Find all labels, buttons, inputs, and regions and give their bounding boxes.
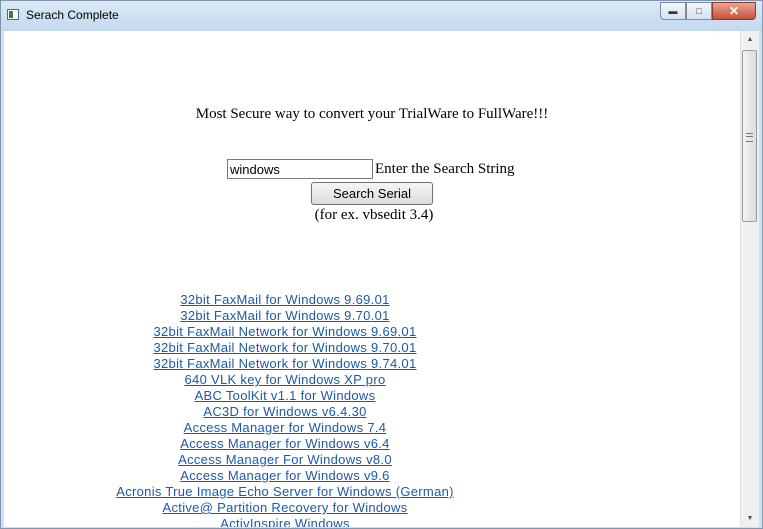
search-label: Enter the Search String	[375, 160, 515, 177]
scroll-up-arrow-icon[interactable]: ▲	[741, 31, 759, 48]
minimize-icon: ▬	[668, 6, 678, 16]
close-button[interactable]: ✕	[712, 2, 756, 20]
search-input[interactable]	[227, 159, 373, 179]
search-example-hint: (for ex. vbsedit 3.4)	[314, 207, 434, 223]
result-link[interactable]: 640 VLK key for Windows XP pro	[4, 372, 566, 388]
maximize-button[interactable]: □	[686, 2, 712, 20]
app-icon	[7, 9, 19, 20]
result-link[interactable]: 32bit FaxMail Network for Windows 9.70.0…	[4, 340, 566, 356]
result-link[interactable]: Access Manager for Windows v6.4	[4, 436, 566, 452]
maximize-icon: □	[696, 6, 702, 16]
scroll-down-arrow-icon[interactable]: ▼	[741, 510, 759, 527]
grip-icon	[746, 133, 753, 142]
browser-window: Serach Complete ▬ □ ✕ Most Secure way to…	[0, 0, 763, 529]
result-link[interactable]: Access Manager for Windows v9.6	[4, 468, 566, 484]
result-link[interactable]: Acronis True Image Echo Server for Windo…	[4, 484, 566, 500]
result-link[interactable]: AC3D for Windows v6.4.30	[4, 404, 566, 420]
page-content: Most Secure way to convert your TrialWar…	[4, 31, 740, 527]
result-link[interactable]: Active@ Partition Recovery for Windows	[4, 500, 566, 516]
results-list: 32bit FaxMail for Windows 9.69.01 32bit …	[4, 292, 566, 527]
search-serial-button[interactable]: Search Serial	[311, 182, 433, 205]
vertical-scrollbar[interactable]: ▲ ▼	[740, 31, 759, 527]
close-icon: ✕	[728, 4, 740, 18]
caption-buttons: ▬ □ ✕	[660, 2, 756, 20]
result-link[interactable]: 32bit FaxMail Network for Windows 9.74.0…	[4, 356, 566, 372]
search-row: Enter the Search String	[227, 159, 515, 179]
result-link[interactable]: ABC ToolKit v1.1 for Windows	[4, 388, 566, 404]
result-link[interactable]: 32bit FaxMail for Windows 9.69.01	[4, 292, 566, 308]
scrollbar-thumb[interactable]	[742, 50, 757, 222]
result-link[interactable]: Access Manager for Windows 7.4	[4, 420, 566, 436]
window-title: Serach Complete	[26, 8, 119, 22]
result-link[interactable]: 32bit FaxMail for Windows 9.70.01	[4, 308, 566, 324]
page-headline: Most Secure way to convert your TrialWar…	[195, 106, 549, 122]
minimize-button[interactable]: ▬	[660, 2, 686, 20]
result-link[interactable]: 32bit FaxMail Network for Windows 9.69.0…	[4, 324, 566, 340]
result-link[interactable]: ActivInspire Windows	[4, 516, 566, 527]
result-link[interactable]: Access Manager For Windows v8.0	[4, 452, 566, 468]
title-bar[interactable]: Serach Complete ▬ □ ✕	[1, 1, 762, 31]
